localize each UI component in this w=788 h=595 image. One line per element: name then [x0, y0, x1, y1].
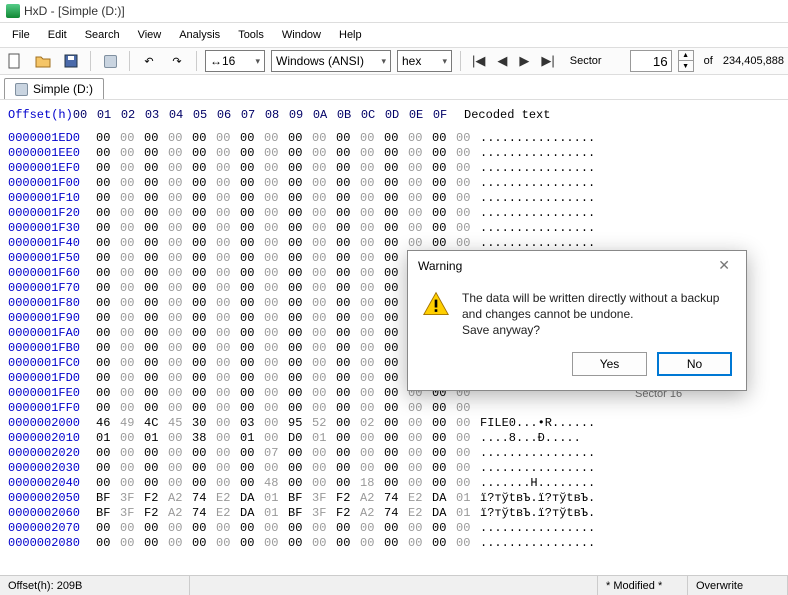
hex-row[interactable]: 0000001F10000000000000000000000000000000…: [0, 191, 788, 206]
hex-row[interactable]: 00000020100100010038000100D0010000000000…: [0, 431, 788, 446]
no-button[interactable]: No: [657, 352, 732, 376]
hex-row[interactable]: 0000002050BF3FF2A274E2DA01BF3FF2A274E2DA…: [0, 491, 788, 506]
menu-view[interactable]: View: [130, 25, 170, 45]
hex-row[interactable]: 0000001F20000000000000000000000000000000…: [0, 206, 788, 221]
status-offset: Offset(h): 209B: [0, 576, 190, 595]
hex-row[interactable]: 0000001FF0000000000000000000000000000000…: [0, 401, 788, 416]
sector-spinner[interactable]: ▲▼: [678, 50, 694, 72]
hex-row[interactable]: 0000002080000000000000000000000000000000…: [0, 536, 788, 550]
menubar: FileEditSearchViewAnalysisToolsWindowHel…: [0, 23, 788, 48]
redo-button[interactable]: ↷: [166, 50, 188, 72]
window-title: HxD - [Simple (D:)]: [24, 4, 125, 18]
nav-next-button[interactable]: ▶: [516, 53, 532, 69]
base-combo[interactable]: hex▾: [397, 50, 452, 72]
statusbar: Offset(h): 209B * Modified * Overwrite: [0, 575, 788, 595]
status-modified: * Modified *: [598, 576, 688, 595]
menu-window[interactable]: Window: [274, 25, 329, 45]
hex-row[interactable]: 0000001F40000000000000000000000000000000…: [0, 236, 788, 251]
nav-first-button[interactable]: |◀: [469, 53, 488, 69]
warning-dialog: Warning ✕ The data will be written direc…: [407, 250, 747, 391]
open-button[interactable]: [32, 50, 54, 72]
menu-edit[interactable]: Edit: [40, 25, 75, 45]
toolbar: ↶ ↷ ↔ 16▾ Windows (ANSI)▾ hex▾ |◀ ◀ ▶ ▶|…: [0, 48, 788, 75]
dialog-title-text: Warning: [418, 259, 462, 273]
separator: [196, 51, 197, 71]
menu-tools[interactable]: Tools: [230, 25, 272, 45]
hex-row[interactable]: 0000002070000000000000000000000000000000…: [0, 521, 788, 536]
status-mode: Overwrite: [688, 576, 788, 595]
separator: [129, 51, 130, 71]
hex-row[interactable]: 0000001EE0000000000000000000000000000000…: [0, 146, 788, 161]
menu-search[interactable]: Search: [77, 25, 128, 45]
titlebar: HxD - [Simple (D:)]: [0, 0, 788, 23]
app-icon: [6, 4, 20, 18]
separator: [460, 51, 461, 71]
bytes-per-row-combo[interactable]: ↔ 16▾: [205, 50, 265, 72]
hex-row[interactable]: 0000002040000000000000004800000018000000…: [0, 476, 788, 491]
tab-row: Simple (D:): [0, 75, 788, 100]
hex-row[interactable]: 0000002030000000000000000000000000000000…: [0, 461, 788, 476]
nav-last-button[interactable]: ▶|: [538, 53, 557, 69]
yes-button[interactable]: Yes: [572, 352, 647, 376]
menu-help[interactable]: Help: [331, 25, 370, 45]
new-button[interactable]: [4, 50, 26, 72]
save-button[interactable]: [60, 50, 82, 72]
of-label: of: [704, 55, 713, 67]
hex-row[interactable]: 0000001ED0000000000000000000000000000000…: [0, 131, 788, 146]
sector-label: Sector: [570, 55, 602, 67]
disk-icon: [15, 83, 28, 96]
dialog-titlebar[interactable]: Warning ✕: [408, 251, 746, 280]
dialog-message: The data will be written directly withou…: [462, 290, 732, 338]
status-spacer: [190, 576, 598, 595]
undo-button[interactable]: ↶: [138, 50, 160, 72]
hex-row[interactable]: 0000002060BF3FF2A274E2DA01BF3FF2A274E2DA…: [0, 506, 788, 521]
separator: [90, 51, 91, 71]
hex-row[interactable]: 000000200046494C453000030095520002000000…: [0, 416, 788, 431]
sector-input[interactable]: [630, 50, 672, 72]
hex-row[interactable]: 0000002020000000000000000700000000000000…: [0, 446, 788, 461]
hex-row[interactable]: 0000001F00000000000000000000000000000000…: [0, 176, 788, 191]
menu-file[interactable]: File: [4, 25, 38, 45]
nav-prev-button[interactable]: ◀: [494, 53, 510, 69]
close-icon[interactable]: ✕: [712, 257, 736, 274]
disk-button[interactable]: [99, 50, 121, 72]
charset-combo[interactable]: Windows (ANSI)▾: [271, 50, 391, 72]
hex-row[interactable]: 0000001F30000000000000000000000000000000…: [0, 221, 788, 236]
total-sectors: 234,405,888: [723, 55, 784, 67]
menu-analysis[interactable]: Analysis: [171, 25, 228, 45]
tab-label: Simple (D:): [33, 82, 93, 96]
hex-row[interactable]: 0000001EF0000000000000000000000000000000…: [0, 161, 788, 176]
tab-simple[interactable]: Simple (D:): [4, 78, 104, 99]
warning-icon: [422, 290, 450, 318]
